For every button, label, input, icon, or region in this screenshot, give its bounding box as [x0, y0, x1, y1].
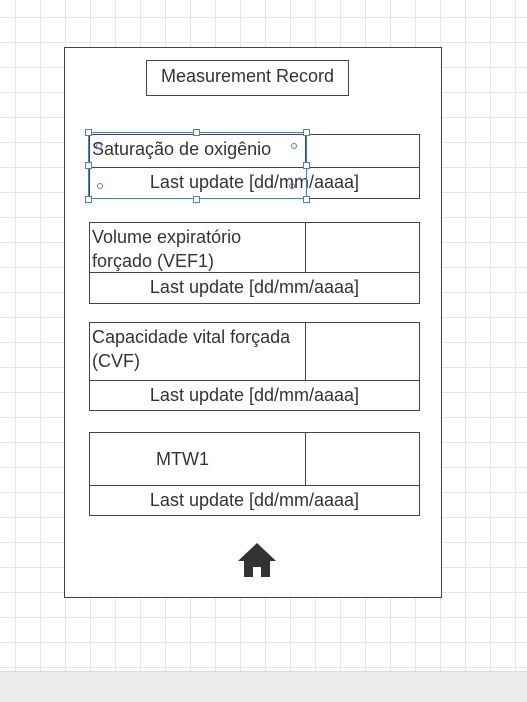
record-label-oxygen-saturation[interactable]: Saturação de oxigênio: [89, 134, 306, 168]
home-icon[interactable]: [237, 542, 277, 578]
connection-point-icon[interactable]: [291, 143, 297, 149]
record-label-cvf[interactable]: Capacidade vital forçada (CVF): [89, 322, 306, 381]
record-value-oxygen-saturation[interactable]: [305, 134, 420, 168]
record-update-oxygen-saturation[interactable]: Last update [dd/mm/aaaa]: [89, 167, 420, 199]
resize-handle-bottom-right[interactable]: [303, 196, 310, 203]
resize-handle-top-right[interactable]: [303, 129, 310, 136]
record-label-vef1[interactable]: Volume expiratório forçado (VEF1): [89, 222, 306, 273]
record-update-cvf[interactable]: Last update [dd/mm/aaaa]: [89, 380, 420, 411]
record-value-vef1[interactable]: [305, 222, 420, 273]
resize-handle-top[interactable]: [193, 129, 200, 136]
resize-handle-bottom-left[interactable]: [85, 196, 92, 203]
page-title[interactable]: Measurement Record: [146, 60, 349, 96]
resize-handle-right[interactable]: [303, 162, 310, 169]
connection-point-icon[interactable]: [97, 183, 103, 189]
record-value-cvf[interactable]: [305, 322, 420, 381]
record-label-mtw1[interactable]: MTW1: [89, 432, 306, 486]
resize-handle-top-left[interactable]: [85, 129, 92, 136]
record-update-mtw1[interactable]: Last update [dd/mm/aaaa]: [89, 485, 420, 516]
resize-handle-left[interactable]: [85, 162, 92, 169]
resize-handle-bottom[interactable]: [193, 196, 200, 203]
bottom-bar: [0, 671, 527, 702]
connection-point-icon[interactable]: [289, 183, 295, 189]
record-value-mtw1[interactable]: [305, 432, 420, 486]
record-update-vef1[interactable]: Last update [dd/mm/aaaa]: [89, 272, 420, 304]
connection-point-icon[interactable]: [96, 143, 102, 149]
